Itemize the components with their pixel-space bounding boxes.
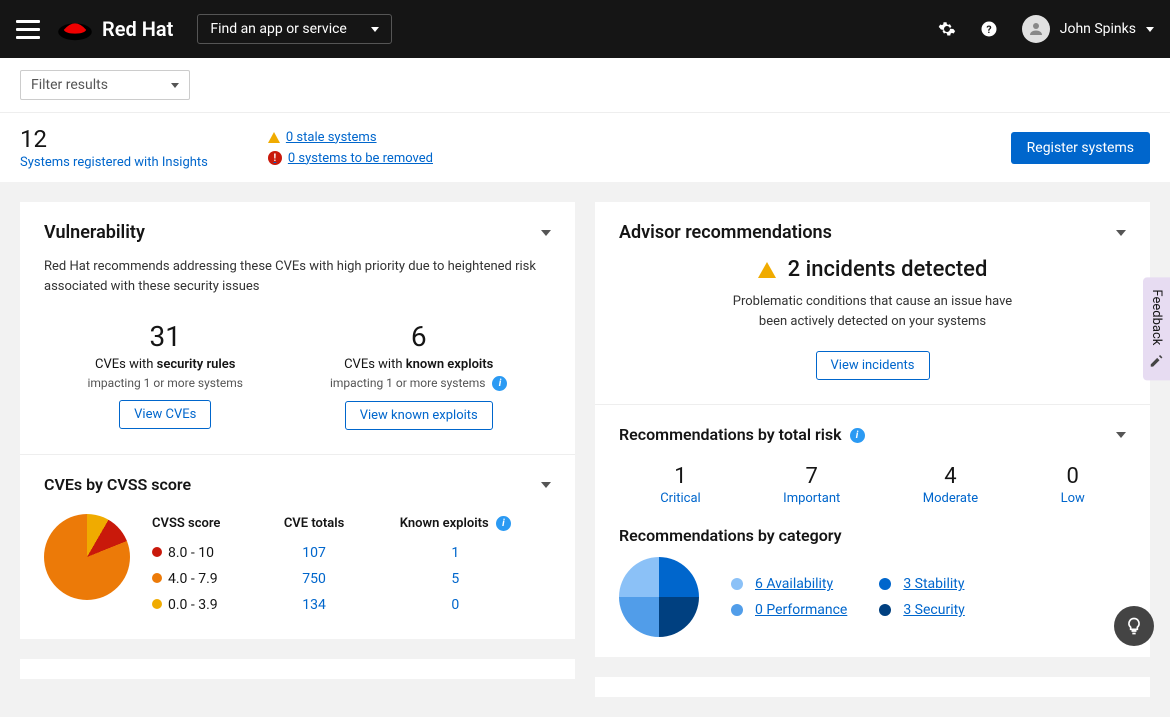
error-icon: ! (268, 151, 282, 165)
brand-logo[interactable]: Red Hat (56, 15, 173, 43)
info-icon[interactable]: i (492, 376, 507, 391)
edit-icon (1149, 355, 1163, 369)
risk-important[interactable]: 7Important (783, 464, 840, 506)
info-icon[interactable]: i (496, 516, 511, 531)
card-description: Red Hat recommends addressing these CVEs… (44, 257, 551, 296)
category-legend: 6 Availability 3 Stability 0 Performance… (731, 576, 965, 618)
systems-summary: 12 Systems registered with Insights 0 st… (0, 112, 1170, 182)
vulnerability-card: Vulnerability Red Hat recommends address… (20, 202, 575, 639)
table-row: 4.0 - 7.97505 (152, 567, 549, 591)
register-systems-button[interactable]: Register systems (1011, 132, 1150, 164)
risk-summary: 1Critical 7Important 4Moderate 0Low (619, 464, 1126, 506)
table-row: 0.0 - 3.91340 (152, 593, 549, 617)
dashboard-grid: Vulnerability Red Hat recommends address… (0, 182, 1170, 717)
collapse-toggle[interactable] (1116, 230, 1126, 236)
chevron-down-icon (171, 83, 179, 88)
incidents-count: 2 incidents detected (788, 257, 988, 282)
avatar (1022, 15, 1050, 43)
help-fab[interactable] (1114, 606, 1154, 646)
svg-text:?: ? (986, 23, 991, 36)
hamburger-menu[interactable] (16, 17, 40, 41)
filter-dropdown[interactable]: Filter results (20, 70, 190, 100)
systems-registered-link[interactable]: Systems registered with Insights (20, 155, 208, 170)
user-icon (1027, 20, 1045, 38)
lightbulb-icon (1124, 616, 1144, 636)
systems-to-remove-link[interactable]: ! 0 systems to be removed (268, 151, 433, 166)
user-menu[interactable]: John Spinks (1022, 15, 1154, 43)
global-header: Red Hat Find an app or service ? John Sp… (0, 0, 1170, 58)
chevron-down-icon (1146, 27, 1154, 32)
cat-security[interactable]: 3 Security (879, 602, 964, 618)
filter-label: Filter results (31, 77, 108, 93)
info-icon[interactable]: i (850, 428, 865, 443)
card-title: Vulnerability (44, 222, 145, 243)
incidents-description: Problematic conditions that cause an iss… (723, 292, 1023, 331)
risk-low[interactable]: 0Low (1061, 464, 1085, 506)
category-section-title: Recommendations by category (619, 526, 1126, 545)
category-pie-chart (619, 557, 699, 637)
gear-icon[interactable] (938, 20, 956, 38)
cat-stability[interactable]: 3 Stability (879, 576, 964, 592)
view-incidents-button[interactable]: View incidents (816, 351, 930, 380)
app-picker-label: Find an app or service (210, 21, 347, 37)
risk-critical[interactable]: 1Critical (660, 464, 700, 506)
advisor-card: Advisor recommendations 2 incidents dete… (595, 202, 1150, 657)
cves-security-rules-metric: 31 CVEs with security rules impacting 1 … (87, 320, 243, 430)
cves-known-exploits-metric: 6 CVEs with known exploits impacting 1 o… (330, 320, 508, 430)
collapse-toggle[interactable] (541, 482, 551, 488)
card-placeholder (595, 677, 1150, 697)
cvss-pie-chart (44, 514, 130, 600)
cvss-table: CVSS score CVE totals Known exploits i 8… (150, 514, 551, 619)
card-title: Advisor recommendations (619, 222, 832, 243)
user-name: John Spinks (1060, 21, 1136, 37)
collapse-toggle[interactable] (1116, 432, 1126, 438)
filter-bar: Filter results (0, 58, 1170, 112)
chevron-down-icon (371, 27, 379, 32)
view-known-exploits-button[interactable]: View known exploits (345, 401, 493, 430)
app-picker-dropdown[interactable]: Find an app or service (197, 14, 392, 44)
help-icon[interactable]: ? (980, 20, 998, 38)
redhat-icon (56, 15, 94, 43)
feedback-tab[interactable]: Feedback (1143, 277, 1170, 380)
collapse-toggle[interactable] (541, 230, 551, 236)
cvss-section-title: CVEs by CVSS score (44, 475, 191, 494)
cat-performance[interactable]: 0 Performance (731, 602, 847, 618)
brand-text: Red Hat (102, 17, 173, 41)
warning-icon (758, 262, 776, 278)
cat-availability[interactable]: 6 Availability (731, 576, 847, 592)
card-placeholder (20, 659, 575, 679)
table-row: 8.0 - 101071 (152, 541, 549, 565)
risk-moderate[interactable]: 4Moderate (923, 464, 978, 506)
view-cves-button[interactable]: View CVEs (119, 400, 211, 429)
stale-systems-link[interactable]: 0 stale systems (268, 130, 433, 145)
systems-count: 12 (20, 125, 208, 153)
warning-icon (268, 132, 280, 143)
risk-section-title: Recommendations by total risk i (619, 425, 865, 444)
